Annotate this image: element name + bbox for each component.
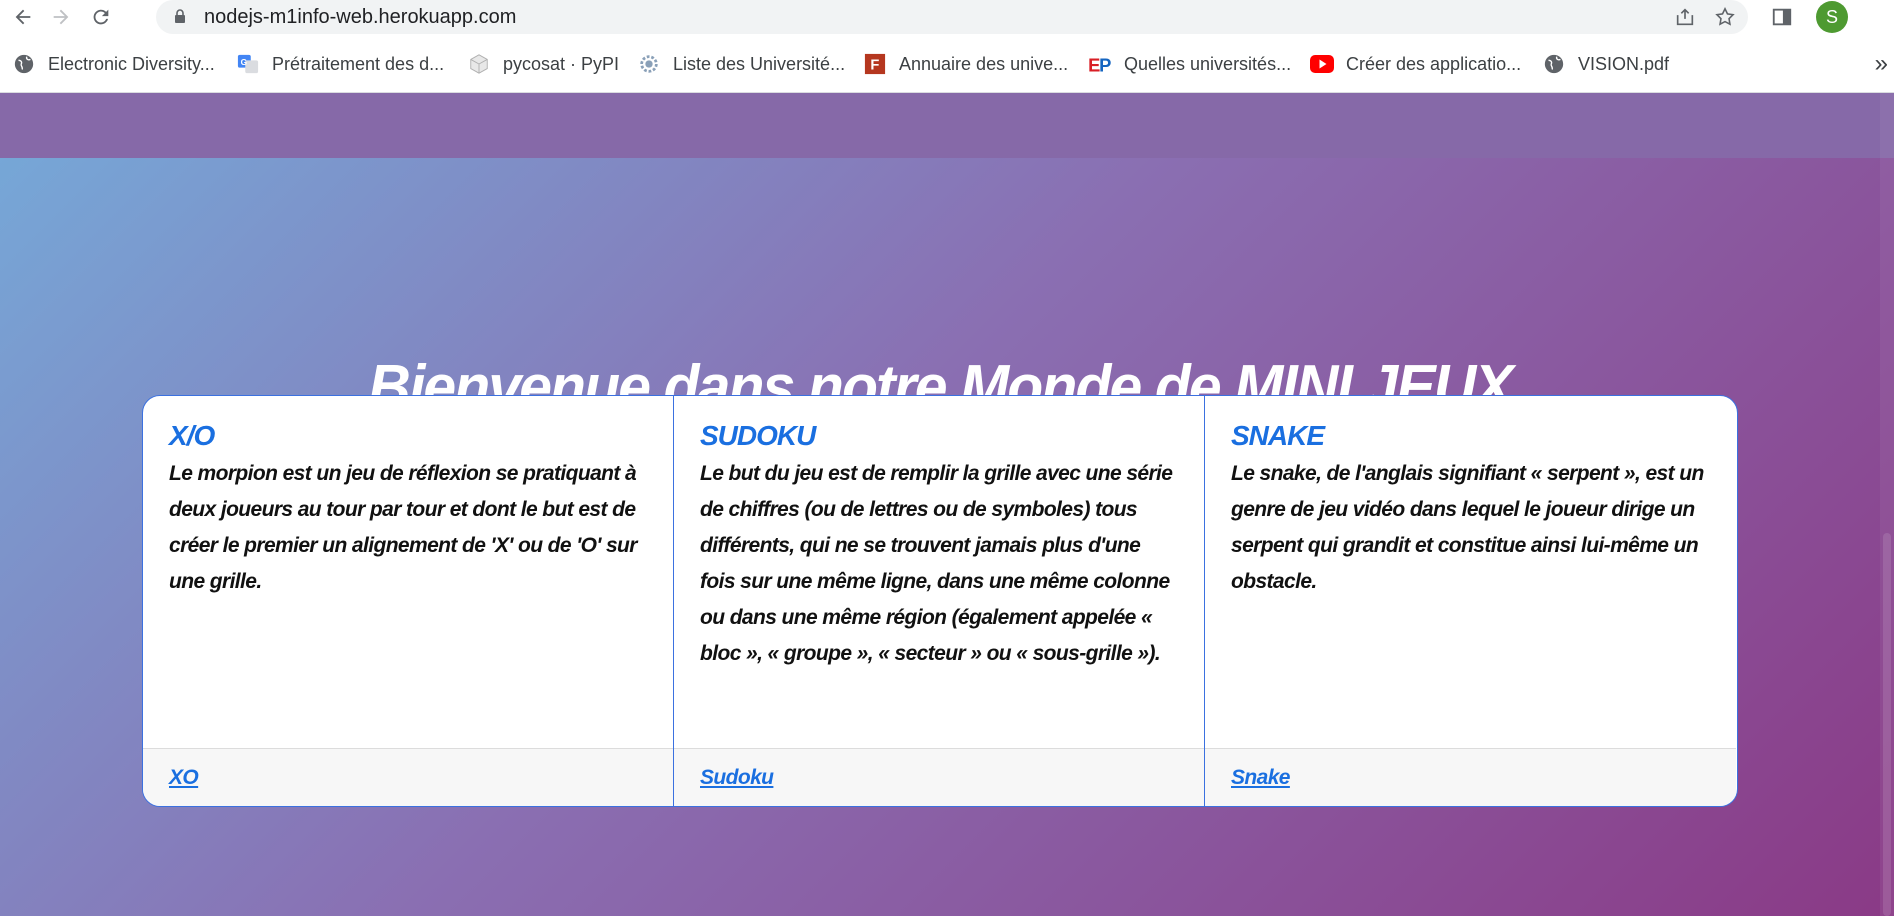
card-body: SNAKE Le snake, de l'anglais signifiant … [1205,396,1736,748]
bookmark-pretraitement[interactable]: G Prétraitement des d... [236,50,444,78]
card-text: Le morpion est un jeu de réflexion se pr… [169,462,637,593]
share-icon[interactable] [1672,4,1698,30]
bookmark-electronic-diversity[interactable]: Electronic Diversity... [12,50,215,78]
side-panel-icon[interactable] [1768,3,1796,31]
card-body: SUDOKU Le but du jeu est de remplir la g… [674,396,1204,748]
card-title: SNAKE [1231,420,1325,451]
snake-link[interactable]: Snake [1231,766,1290,790]
card-footer: Snake [1205,748,1736,806]
profile-avatar[interactable]: S [1816,1,1848,33]
google-translate-icon: G [236,52,260,76]
page-content: Bienvenue dans notre Monde de MINI JEUX … [0,93,1894,916]
bookmark-vision-pdf[interactable]: VISION.pdf [1542,50,1669,78]
page-scrollbar[interactable] [1880,93,1894,916]
card-title: SUDOKU [700,420,816,451]
forward-icon[interactable] [46,2,76,32]
card-text: Le but du jeu est de remplir la grille a… [700,462,1173,665]
card-footer: XO [143,748,673,806]
scrollbar-thumb[interactable] [1883,533,1891,916]
browser-toolbar: nodejs-m1info-web.herokuapp.com S [0,0,1894,36]
card-sudoku: SUDOKU Le but du jeu est de remplir la g… [674,396,1205,806]
globe-icon [1542,52,1566,76]
pypi-icon [467,52,491,76]
lock-icon [175,9,185,23]
bookmark-pycosat[interactable]: pycosat · PyPI [467,50,619,78]
globe-icon [12,52,36,76]
card-footer: Sudoku [674,748,1204,806]
card-body: X/O Le morpion est un jeu de réflexion s… [143,396,673,748]
bookmark-annuaire[interactable]: F Annuaire des unive... [863,50,1068,78]
card-title: X/O [169,420,215,451]
url-text: nodejs-m1info-web.herokuapp.com [204,6,517,28]
card-xo: X/O Le morpion est un jeu de réflexion s… [143,396,674,806]
card-text: Le snake, de l'anglais signifiant « serp… [1231,462,1704,593]
youtube-icon [1310,52,1334,76]
bookmarks-bar: Electronic Diversity... G Prétraitement … [0,36,1894,93]
bookmark-quelles-universites[interactable]: EP Quelles universités... [1088,50,1291,78]
navbar-band [0,93,1894,158]
card-snake: SNAKE Le snake, de l'anglais signifiant … [1205,396,1736,806]
svg-text:G: G [241,58,247,67]
xo-link[interactable]: XO [169,766,199,790]
ep-logo-icon: EP [1088,52,1112,76]
bookmark-star-icon[interactable] [1712,4,1738,30]
sudoku-link[interactable]: Sudoku [700,766,774,790]
back-icon[interactable] [8,2,38,32]
bookmark-creer-applications[interactable]: Créer des applicatio... [1310,50,1521,78]
f-logo-icon: F [863,52,887,76]
bookmark-liste-universites[interactable]: Liste des Université... [637,50,845,78]
svg-text:P: P [1099,54,1111,75]
gear-logo-icon [637,52,661,76]
reload-icon[interactable] [86,2,116,32]
bookmarks-overflow-button[interactable]: » [1875,50,1888,78]
svg-text:F: F [870,58,879,74]
address-bar[interactable]: nodejs-m1info-web.herokuapp.com [156,0,1748,34]
card-group: X/O Le morpion est un jeu de réflexion s… [142,395,1738,807]
